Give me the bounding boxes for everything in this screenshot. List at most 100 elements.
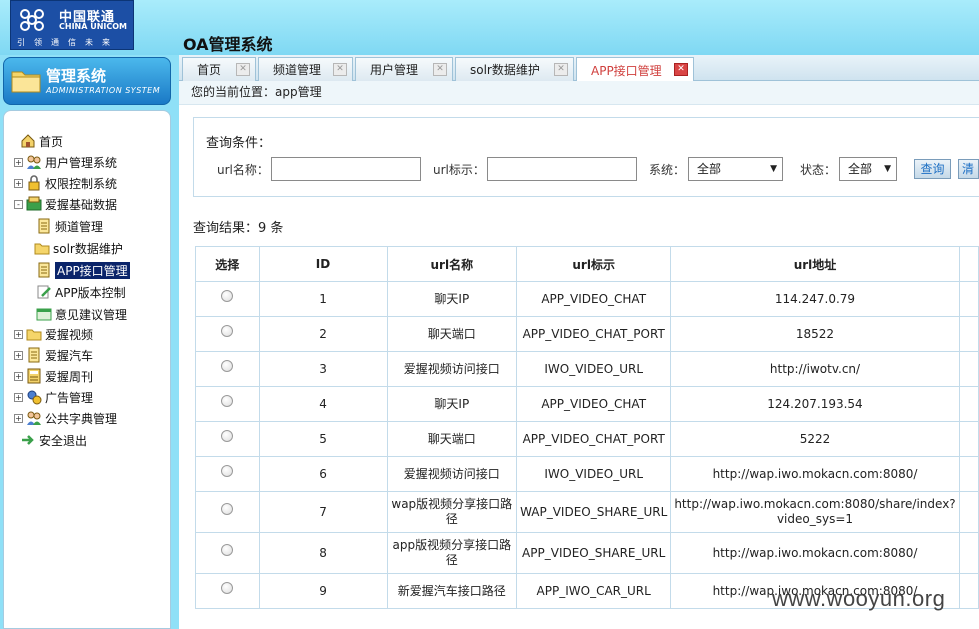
row-radio[interactable] [221, 465, 234, 477]
status-label: 状态： [800, 163, 837, 177]
row-radio[interactable] [221, 395, 234, 407]
cell-extra [958, 351, 979, 387]
sidebar-item-label: 爱握汽车 [45, 348, 94, 363]
folder-icon [26, 326, 42, 342]
sidebar-item-9[interactable]: + 爱握视频 [14, 324, 93, 344]
row-select[interactable] [195, 573, 260, 609]
table-header-row: 选择 ID url名称 url标示 url地址 [195, 246, 979, 282]
system-label: 系统： [649, 163, 686, 177]
sidebar-item-5[interactable]: solr数据维护 [34, 238, 123, 258]
sidebar-item-label: 公共字典管理 [45, 411, 118, 426]
col-header-extra [958, 246, 979, 282]
database-icon [26, 196, 42, 212]
expand-icon[interactable]: + [14, 413, 23, 423]
url-name-input[interactable] [271, 157, 421, 181]
expand-icon[interactable]: + [14, 329, 23, 339]
sidebar-item-label: APP接口管理 [55, 261, 130, 279]
sidebar-item-7[interactable]: APP版本控制 [36, 282, 126, 302]
folder-icon [34, 240, 50, 256]
close-icon[interactable]: ✕ [433, 63, 447, 76]
cell-extra [958, 386, 979, 422]
close-icon[interactable]: ✕ [333, 63, 347, 76]
row-select[interactable] [195, 316, 260, 352]
status-select[interactable]: 全部 ▼ [839, 157, 897, 181]
close-icon[interactable]: ✕ [554, 63, 568, 76]
sidebar-item-1[interactable]: + 用户管理系统 [14, 152, 117, 172]
row-radio[interactable] [221, 430, 234, 442]
cell-extra [958, 491, 979, 533]
row-radio[interactable] [221, 503, 234, 515]
sidebar-item-6[interactable]: APP接口管理 [36, 260, 130, 280]
row-select[interactable] [195, 491, 260, 533]
row-radio[interactable] [221, 325, 234, 337]
row-select[interactable] [195, 386, 260, 422]
tab-0[interactable]: 首页 ✕ [182, 57, 256, 81]
expand-icon[interactable]: + [14, 350, 23, 360]
url-tag-input[interactable] [487, 157, 637, 181]
cell-extra [958, 573, 979, 609]
cell-url-name: 爱握视频访问接口 [386, 351, 518, 387]
cell-id: 7 [258, 491, 388, 533]
expand-icon[interactable]: + [14, 157, 23, 167]
clear-button[interactable]: 清空 [958, 159, 979, 179]
sidebar-item-10[interactable]: + 爱握汽车 [14, 345, 93, 365]
row-radio[interactable] [221, 360, 234, 372]
cell-extra [958, 532, 979, 574]
cell-id: 3 [258, 351, 388, 387]
table-row[interactable]: 4 聊天IP APP_VIDEO_CHAT 124.207.193.54 [195, 386, 979, 422]
cell-url-name: 聊天端口 [386, 421, 518, 457]
sidebar-item-2[interactable]: + 权限控制系统 [14, 173, 117, 193]
tab-4[interactable]: APP接口管理 ✕ [576, 57, 694, 82]
expand-icon[interactable]: + [14, 371, 23, 381]
row-radio[interactable] [221, 582, 234, 594]
row-select[interactable] [195, 281, 260, 317]
sidebar-item-3[interactable]: - 爱握基础数据 [14, 194, 117, 214]
collapse-icon[interactable]: - [14, 199, 23, 209]
cell-extra [958, 281, 979, 317]
sidebar-item-4[interactable]: 频道管理 [36, 216, 103, 236]
system-select-value: 全部 [697, 162, 722, 176]
row-select[interactable] [195, 456, 260, 492]
row-radio[interactable] [221, 544, 234, 556]
cell-url-name: 聊天端口 [386, 316, 518, 352]
system-select[interactable]: 全部 ▼ [688, 157, 783, 181]
row-radio[interactable] [221, 290, 234, 302]
table-row[interactable]: 7 wap版视频分享接口路径 WAP_VIDEO_SHARE_URL http://w… [195, 491, 979, 533]
sidebar-item-14[interactable]: 安全退出 [20, 430, 87, 450]
tab-2[interactable]: 用户管理 ✕ [355, 57, 453, 81]
expand-icon[interactable]: + [14, 178, 23, 188]
status-select-value: 全部 [848, 162, 873, 176]
sidebar-item-label: 爱握视频 [45, 327, 94, 342]
sidebar-item-8[interactable]: 意见建议管理 [36, 304, 127, 324]
close-icon[interactable]: ✕ [674, 63, 688, 76]
cell-url-name: wap版视频分享接口路径 [386, 491, 518, 533]
table-row[interactable]: 5 聊天端口 APP_VIDEO_CHAT_PORT 5222 [195, 421, 979, 457]
sidebar-item-label: 广告管理 [45, 390, 94, 405]
col-header-url-address[interactable]: url地址 [670, 246, 960, 282]
sidebar-item-11[interactable]: + 爱握周刊 [14, 366, 93, 386]
col-header-url-name[interactable]: url名称 [386, 246, 518, 282]
table-row[interactable]: 2 聊天端口 APP_VIDEO_CHAT_PORT 18522 [195, 316, 979, 352]
logo-en-text: CHINA UNICOM [59, 22, 128, 31]
sidebar-item-label: solr数据维护 [53, 241, 123, 256]
table-row[interactable]: 6 爱握视频访问接口 IWO_VIDEO_URL http://wap.iwo.mok… [195, 456, 979, 492]
sidebar-item-12[interactable]: + 广告管理 [14, 387, 93, 407]
close-icon[interactable]: ✕ [236, 63, 250, 76]
col-header-url-tag[interactable]: url标示 [516, 246, 672, 282]
table-row[interactable]: 1 聊天IP APP_VIDEO_CHAT 114.247.0.79 [195, 281, 979, 317]
expand-icon[interactable]: + [14, 392, 23, 402]
row-select[interactable] [195, 532, 260, 574]
tab-1[interactable]: 频道管理 ✕ [258, 57, 353, 81]
chevron-down-icon: ▼ [770, 164, 777, 174]
table-row[interactable]: 3 爱握视频访问接口 IWO_VIDEO_URL http://iwotv.cn/ [195, 351, 979, 387]
sidebar-item-0[interactable]: 首页 [20, 131, 63, 151]
tab-3[interactable]: solr数据维护 ✕ [455, 57, 574, 81]
row-select[interactable] [195, 421, 260, 457]
sidebar-item-label: 首页 [39, 134, 64, 149]
row-select[interactable] [195, 351, 260, 387]
table-row[interactable]: 8 app版视频分享接口路径 APP_VIDEO_SHARE_URL http://w… [195, 532, 979, 574]
search-button[interactable]: 查询 [914, 159, 951, 179]
col-header-id[interactable]: ID [258, 246, 388, 282]
sidebar-item-13[interactable]: + 公共字典管理 [14, 408, 117, 428]
cell-id: 2 [258, 316, 388, 352]
